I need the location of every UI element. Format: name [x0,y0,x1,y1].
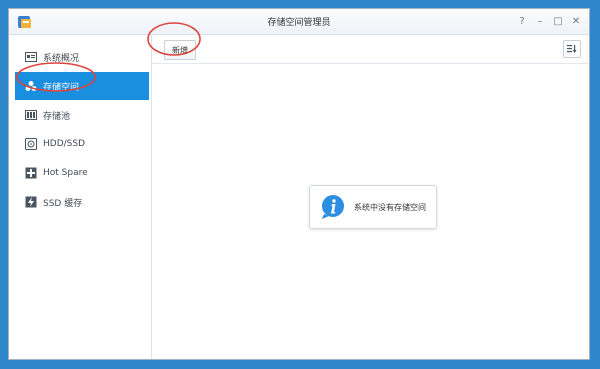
sidebar-item-label: HDD/SSD [43,139,86,149]
sort-button[interactable] [563,40,581,58]
sidebar-item-label: 系统概况 [43,53,80,64]
title-bar: 存储空间管理员 ? – □ ✕ [9,9,589,35]
maximize-icon[interactable]: □ [551,13,565,29]
window-title: 存储空间管理员 [267,18,331,28]
close-icon[interactable]: ✕ [569,13,583,29]
sidebar-item-volume[interactable]: 存储空间 [15,72,149,100]
info-icon [322,195,344,219]
toolbar: 新增 [152,35,589,64]
storage-pool-icon [25,109,37,121]
hot-spare-icon [25,167,37,179]
help-icon[interactable]: ? [515,13,529,29]
overview-icon [25,51,37,63]
sidebar-item-label: SSD 缓存 [43,198,83,209]
ssd-cache-icon [25,196,37,208]
new-button[interactable]: 新增 [164,40,196,60]
sidebar-item-label: 存储空间 [43,82,80,93]
sidebar-item-label: Hot Spare [43,168,88,178]
disk-icon [25,138,37,150]
app-window: 存储空间管理员 ? – □ ✕ 系统概况 存储空间 存储池 HDD/SSD Ho… [8,8,590,360]
empty-state-message: 系统中没有存储空间 [309,185,437,229]
sidebar-item-overview[interactable]: 系统概况 [15,43,149,71]
sidebar-item-ssd-cache[interactable]: SSD 缓存 [15,188,149,216]
sort-icon [567,45,577,53]
sidebar-item-hdd-ssd[interactable]: HDD/SSD [15,130,149,158]
sidebar-item-storage-pool[interactable]: 存储池 [15,101,149,129]
empty-state-text: 系统中没有存储空间 [354,202,426,212]
window-controls: ? – □ ✕ [515,13,583,29]
sidebar-item-label: 存储池 [43,111,71,122]
minimize-icon[interactable]: – [533,13,547,29]
sidebar: 系统概况 存储空间 存储池 HDD/SSD Hot Spare SSD 缓存 [9,35,152,359]
sidebar-item-hot-spare[interactable]: Hot Spare [15,159,149,187]
volume-icon [25,80,37,92]
